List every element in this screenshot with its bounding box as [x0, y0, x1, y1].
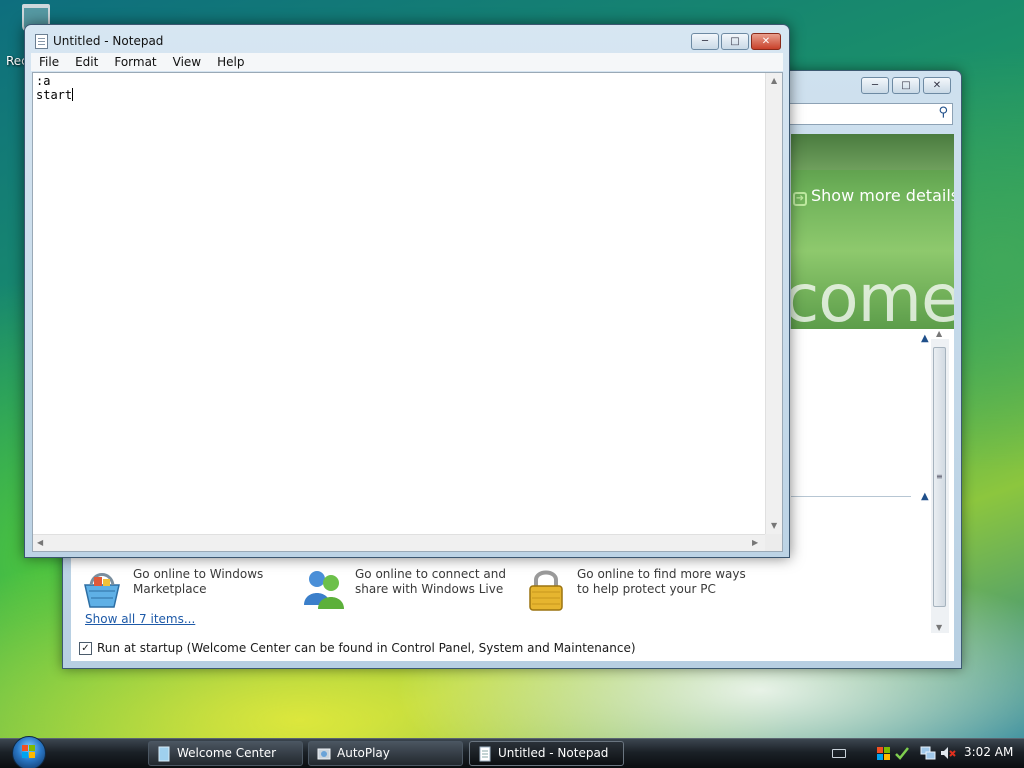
minimize-button[interactable]: ─ — [691, 33, 719, 50]
scroll-left-icon[interactable]: ◀ — [37, 538, 43, 547]
run-at-startup-checkbox[interactable]: ✓ — [79, 641, 92, 655]
start-button[interactable] — [9, 736, 51, 768]
run-at-startup-label: Run at startup (Welcome Center can be fo… — [97, 641, 636, 655]
text-cursor — [72, 88, 74, 101]
menu-format[interactable]: Format — [106, 53, 164, 71]
system-tray: 3:02 AM — [826, 740, 1024, 768]
maximize-button[interactable]: □ — [721, 33, 749, 50]
taskbar-button-notepad[interactable]: Untitled - Notepad — [469, 741, 624, 766]
autoplay-icon — [317, 746, 331, 762]
task-label: Go online to Windows Marketplace — [133, 567, 303, 597]
volume-muted-icon[interactable] — [940, 745, 956, 761]
text-line-current: start — [36, 88, 74, 102]
show-all-items-link[interactable]: Show all 7 items... — [85, 612, 195, 626]
show-more-details-label: Show more details — [811, 186, 954, 205]
text-line: start — [36, 88, 73, 102]
security-center-icon[interactable] — [876, 745, 892, 761]
task-line: Go online to Windows — [133, 567, 264, 581]
scroll-down-icon[interactable]: ▼ — [771, 521, 777, 530]
show-more-details-link[interactable]: ➜ Show more details — [793, 186, 954, 206]
welcome-header-banner: ➜ Show more details come — [791, 134, 954, 329]
header-top-band — [791, 134, 954, 170]
chevron-up-icon[interactable]: ▲ — [921, 491, 929, 502]
padlock-icon — [523, 567, 569, 611]
section-divider — [791, 496, 911, 497]
windows-live-users-icon — [301, 567, 347, 611]
network-icon[interactable] — [920, 745, 936, 761]
close-icon: ✕ — [932, 80, 942, 91]
chevron-up-icon[interactable]: ▲ — [921, 333, 929, 344]
run-at-startup-option[interactable]: ✓ Run at startup (Welcome Center can be … — [79, 641, 636, 655]
vertical-scrollbar[interactable]: ▲ ≡ ▼ — [931, 329, 949, 633]
scroll-down-icon[interactable]: ▼ — [936, 623, 942, 632]
notepad-app-icon[interactable] — [35, 34, 48, 49]
scroll-right-icon[interactable]: ▶ — [752, 538, 758, 547]
menu-file[interactable]: File — [31, 53, 67, 71]
maximize-icon: □ — [901, 80, 911, 91]
task-label: Go online to connect and share with Wind… — [355, 567, 525, 597]
taskbar-button-welcome-center[interactable]: Welcome Center — [148, 741, 303, 766]
windows-logo-icon — [22, 745, 36, 759]
task-windows-live[interactable]: Go online to connect and share with Wind… — [301, 567, 525, 611]
task-line: Marketplace — [133, 582, 207, 596]
minimize-button[interactable]: ─ — [861, 77, 889, 94]
text-editor-area[interactable]: :a start ▲ ▼ ◀ ▶ — [32, 72, 783, 552]
task-windows-marketplace[interactable]: Go online to Windows Marketplace — [79, 567, 303, 611]
grip-icon: ≡ — [936, 472, 943, 481]
text-line: :a — [36, 74, 51, 88]
taskbar-clock[interactable]: 3:02 AM — [964, 745, 1013, 759]
vertical-scrollbar[interactable]: ▲ ▼ — [765, 73, 782, 535]
close-icon: ✕ — [761, 36, 771, 47]
task-line: Go online to find more ways — [577, 567, 746, 581]
menu-edit[interactable]: Edit — [67, 53, 106, 71]
taskbar-button-label: AutoPlay — [337, 746, 390, 760]
maximize-icon: □ — [730, 36, 740, 47]
menu-view[interactable]: View — [165, 53, 209, 71]
minimize-icon: ─ — [871, 80, 879, 91]
keyboard-icon[interactable] — [832, 749, 846, 758]
minimize-icon: ─ — [701, 36, 709, 47]
taskbar-button-autoplay[interactable]: AutoPlay — [308, 741, 463, 766]
search-icon[interactable]: ⚲ — [938, 105, 948, 120]
window-title: Untitled - Notepad — [53, 34, 164, 48]
scroll-up-icon[interactable]: ▲ — [771, 76, 777, 85]
taskbar-button-label: Welcome Center — [177, 746, 277, 760]
windows-update-icon[interactable] — [894, 745, 910, 761]
arrow-right-icon: ➜ — [793, 192, 807, 206]
search-input[interactable]: ⚲ — [783, 103, 953, 125]
welcome-center-icon — [157, 746, 171, 762]
scroll-up-icon[interactable]: ▲ — [936, 329, 942, 338]
task-line: to help protect your PC — [577, 582, 716, 596]
task-line: share with Windows Live — [355, 582, 504, 596]
menu-bar: File Edit Format View Help — [31, 53, 783, 71]
horizontal-scrollbar[interactable]: ◀ ▶ — [33, 534, 766, 551]
menu-help[interactable]: Help — [209, 53, 252, 71]
shopping-basket-icon — [79, 567, 125, 611]
taskbar-button-label: Untitled - Notepad — [498, 746, 609, 760]
notepad-window[interactable]: Untitled - Notepad ─ □ ✕ File Edit Forma… — [24, 24, 790, 558]
notepad-caption-buttons: ─ □ ✕ — [691, 33, 781, 50]
notepad-icon — [478, 746, 492, 762]
scrollbar-thumb[interactable]: ≡ — [933, 347, 946, 607]
task-protect-pc[interactable]: Go online to find more ways to help prot… — [523, 567, 747, 611]
task-line: Go online to connect and — [355, 567, 506, 581]
close-button[interactable]: ✕ — [751, 33, 781, 50]
welcome-center-caption-buttons: ─ □ ✕ — [861, 77, 951, 94]
editor-content: :a start — [36, 74, 74, 102]
task-label: Go online to find more ways to help prot… — [577, 567, 747, 597]
maximize-button[interactable]: □ — [892, 77, 920, 94]
welcome-banner-text: come — [791, 260, 954, 329]
size-grip[interactable] — [765, 534, 782, 551]
close-button[interactable]: ✕ — [923, 77, 951, 94]
